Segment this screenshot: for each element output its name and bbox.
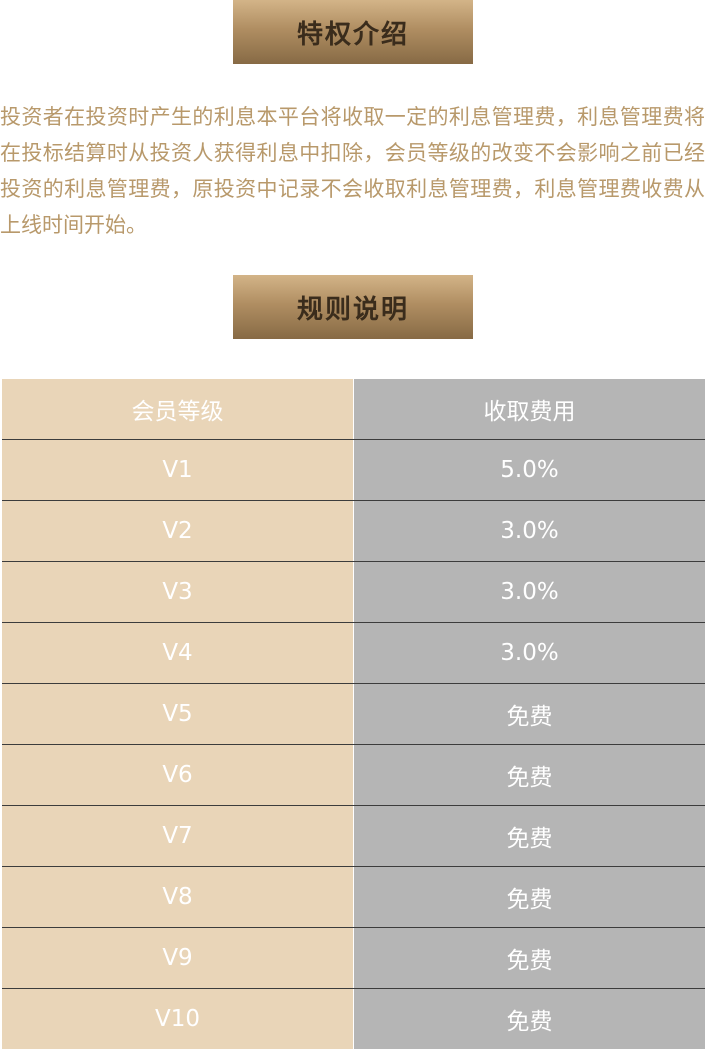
fee-cell: 免费 <box>353 683 705 745</box>
fee-cell: 5.0% <box>353 439 705 501</box>
privilege-intro-description: 投资者在投资时产生的利息本平台将收取一定的利息管理费，利息管理费将在投标结算时从… <box>0 105 705 237</box>
table-row: V1 5.0% <box>2 439 705 501</box>
member-level-cell: V3 <box>2 561 354 623</box>
table-row: V5 免费 <box>2 683 705 745</box>
member-level-cell: V6 <box>2 744 354 806</box>
header-member-level: 会员等级 <box>2 379 354 440</box>
member-level-cell: V8 <box>2 866 354 928</box>
member-level-cell: V10 <box>2 988 354 1049</box>
member-level-cell: V2 <box>2 500 354 562</box>
fee-cell: 免费 <box>353 744 705 806</box>
header-fee: 收取费用 <box>353 379 705 440</box>
fee-cell: 3.0% <box>353 500 705 562</box>
table-row: V10 免费 <box>2 988 705 1049</box>
rules-title: 规则说明 <box>296 294 409 325</box>
member-level-cell: V9 <box>2 927 354 989</box>
member-level-cell: V4 <box>2 622 354 684</box>
table-header-row: 会员等级 收取费用 <box>2 379 705 440</box>
table-row: V8 免费 <box>2 866 705 928</box>
table-row: V9 免费 <box>2 927 705 989</box>
member-level-cell: V1 <box>2 439 354 501</box>
fee-rules-table: 会员等级 收取费用 V1 5.0% V2 3.0% V3 3.0% V4 3.0… <box>2 379 705 1049</box>
fee-cell: 免费 <box>353 927 705 989</box>
fee-cell: 免费 <box>353 988 705 1049</box>
table-row: V3 3.0% <box>2 561 705 623</box>
member-level-cell: V5 <box>2 683 354 745</box>
member-level-cell: V7 <box>2 805 354 867</box>
table-row: V7 免费 <box>2 805 705 867</box>
fee-cell: 3.0% <box>353 561 705 623</box>
rules-banner: 规则说明 <box>233 275 473 339</box>
fee-cell: 免费 <box>353 866 705 928</box>
privilege-intro-banner: 特权介绍 <box>233 0 473 64</box>
privilege-intro-title: 特权介绍 <box>296 19 409 50</box>
table-row: V4 3.0% <box>2 622 705 684</box>
fee-cell: 免费 <box>353 805 705 867</box>
fee-cell: 3.0% <box>353 622 705 684</box>
table-row: V6 免费 <box>2 744 705 806</box>
table-row: V2 3.0% <box>2 500 705 562</box>
